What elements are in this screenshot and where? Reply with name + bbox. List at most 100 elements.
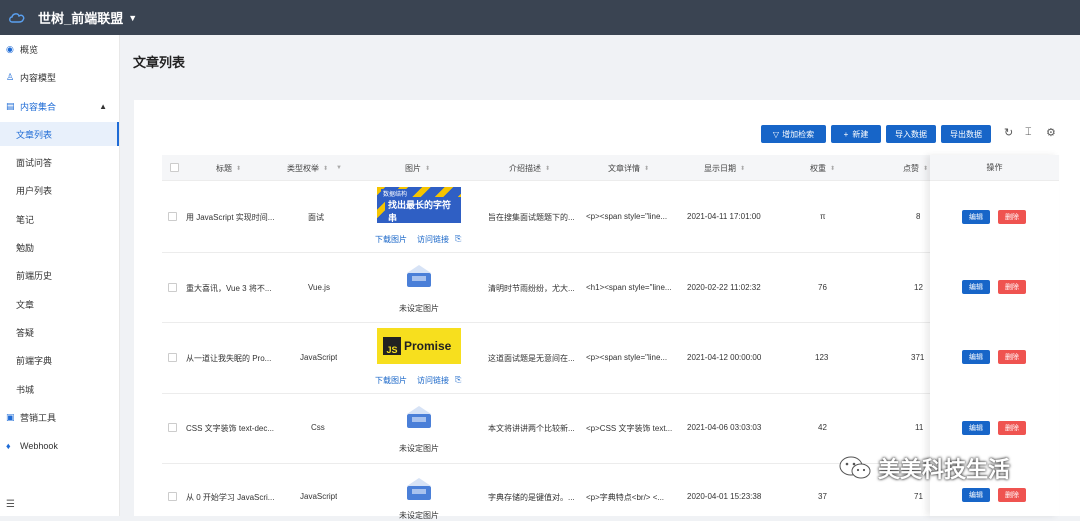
sidebar-item-interview-qa[interactable]: 面试问答: [0, 150, 119, 174]
copy-icon[interactable]: ⎘: [455, 234, 461, 244]
delete-button[interactable]: 删除: [998, 488, 1026, 502]
column-header-intro[interactable]: 介绍描述 ⬍: [509, 155, 550, 181]
cell-likes: 371: [911, 353, 925, 362]
delete-button[interactable]: 删除: [998, 280, 1026, 294]
download-image-link[interactable]: 下载图片: [375, 375, 407, 386]
column-header-weight[interactable]: 权重 ⬍: [810, 155, 835, 181]
settings-icon[interactable]: ⚙: [1046, 126, 1056, 139]
cell-category: Vue.js: [308, 283, 330, 292]
delete-button[interactable]: 删除: [998, 350, 1026, 364]
cell-likes: 71: [914, 492, 923, 501]
header-label: 图片: [405, 163, 421, 173]
cell-category: JavaScript: [300, 353, 338, 362]
sidebar-item-label: 概览: [20, 44, 39, 55]
add-search-button[interactable]: ▽ 增加检索: [761, 125, 826, 143]
cell-detail: <p><span style="line...: [586, 353, 668, 362]
sidebar-item-qa[interactable]: 答疑: [0, 320, 119, 344]
column-height-icon[interactable]: ⌶: [1025, 126, 1032, 139]
cell-category: 面试: [308, 213, 324, 222]
sidebar-item-notes[interactable]: 笔记: [0, 207, 119, 231]
edit-button[interactable]: 编辑: [962, 350, 990, 364]
edit-button[interactable]: 编辑: [962, 280, 990, 294]
js-logo: JS: [383, 337, 401, 355]
sidebar-item-articles[interactable]: 文章: [0, 292, 119, 316]
refresh-icon[interactable]: ↻: [1004, 126, 1013, 139]
column-header-category[interactable]: 类型权举 ⬍ ▼: [287, 155, 342, 181]
cell-title[interactable]: 重大喜讯，Vue 3 将不...: [186, 283, 282, 294]
menu-collapse-icon[interactable]: ☰: [6, 499, 15, 510]
sort-icon: ⬍: [425, 165, 431, 172]
sort-icon: ⬍: [644, 165, 650, 172]
import-button[interactable]: 导入数据: [886, 125, 936, 143]
sidebar-item-frontend-history[interactable]: 前端历史: [0, 263, 119, 287]
column-header-date[interactable]: 显示日期 ⬍: [704, 155, 745, 181]
export-button[interactable]: 导出数据: [941, 125, 991, 143]
filter-icon[interactable]: ▼: [336, 165, 342, 171]
sidebar-item-content-model[interactable]: ♙ 内容模型: [0, 65, 119, 89]
column-header-detail[interactable]: 文章详情 ⬍: [608, 155, 649, 181]
cell-title[interactable]: CSS 文字装饰 text-dec...: [186, 423, 282, 434]
row-checkbox[interactable]: [168, 423, 177, 432]
sidebar-item-article-list[interactable]: 文章列表: [0, 122, 119, 146]
delete-button[interactable]: 删除: [998, 210, 1026, 224]
cell-weight: 123: [815, 353, 829, 362]
download-image-link[interactable]: 下载图片: [375, 234, 407, 245]
rocket-icon: ♦: [6, 441, 11, 451]
no-image-label: 未设定图片: [399, 304, 439, 313]
button-label: 增加检索: [782, 129, 815, 139]
cell-intro: 字典存储的是键值对。...: [488, 493, 575, 502]
cell-title[interactable]: 从 0 开始学习 JavaScri...: [186, 492, 282, 503]
row-checkbox[interactable]: [168, 492, 177, 501]
edit-button[interactable]: 编辑: [962, 488, 990, 502]
project-title[interactable]: 世树_前端联盟: [38, 8, 123, 27]
header-label: 点赞: [903, 163, 919, 173]
row-checkbox[interactable]: [168, 283, 177, 292]
plus-icon: +: [843, 129, 849, 139]
sidebar-item-marketing-tools[interactable]: ▣ 营销工具: [0, 405, 119, 429]
wechat-icon: [839, 456, 871, 479]
visit-link[interactable]: 访问链接: [417, 234, 449, 245]
sidebar-item-bookstore[interactable]: 书城: [0, 377, 119, 401]
cell-category: Css: [311, 423, 325, 432]
cell-date: 2021-04-11 17:01:00: [687, 212, 761, 221]
cell-title[interactable]: 从一道让我失眠的 Pro...: [186, 353, 282, 364]
column-header-image[interactable]: 图片 ⬍: [405, 155, 430, 181]
sidebar-item-overview[interactable]: ◉ 概览: [0, 37, 119, 61]
watermark-text: 美美科技生活: [878, 457, 1011, 482]
caret-down-icon[interactable]: ▼: [128, 13, 137, 23]
sidebar-item-label: 笔记: [16, 214, 35, 225]
button-label: 新建: [852, 129, 869, 139]
column-header-likes[interactable]: 点赞 ⬍: [903, 155, 928, 181]
cell-weight: 76: [818, 283, 827, 292]
sort-icon: ⬍: [323, 165, 329, 172]
delete-button[interactable]: 删除: [998, 421, 1026, 435]
sidebar-item-user-list[interactable]: 用户列表: [0, 178, 119, 202]
cell-title[interactable]: 用 JavaScript 实现时间...: [186, 212, 282, 223]
edit-button[interactable]: 编辑: [962, 421, 990, 435]
cell-date: 2020-04-01 15:23:38: [687, 492, 762, 501]
sort-icon: ⬍: [545, 165, 551, 172]
visit-link[interactable]: 访问链接: [417, 375, 449, 386]
new-button[interactable]: + 新建: [831, 125, 881, 143]
cell-intro: 本文将讲讲两个比较新...: [488, 424, 575, 433]
copy-icon[interactable]: ⎘: [455, 375, 461, 385]
sidebar-item-label: 答疑: [16, 327, 35, 338]
article-thumbnail[interactable]: JS Promise: [377, 328, 461, 364]
cell-weight: 42: [818, 423, 827, 432]
button-label: 导出数据: [950, 129, 982, 139]
edit-button[interactable]: 编辑: [962, 210, 990, 224]
column-header-title[interactable]: 标题 ⬍: [216, 155, 241, 181]
article-thumbnail[interactable]: 找出最长的字符串 数据结构: [377, 187, 461, 223]
sidebar-item-encouragement[interactable]: 勉励: [0, 235, 119, 259]
no-image-label: 未设定图片: [399, 444, 439, 453]
select-all-checkbox[interactable]: [170, 163, 179, 172]
row-checkbox[interactable]: [168, 212, 177, 221]
sidebar-item-frontend-dictionary[interactable]: 前端字典: [0, 348, 119, 372]
cell-likes: 11: [915, 423, 924, 432]
sidebar-item-webhook[interactable]: ♦ Webhook: [0, 434, 119, 458]
row-checkbox[interactable]: [168, 353, 177, 362]
header-label: 文章详情: [608, 163, 640, 173]
sidebar-group-content-collection[interactable]: ▤ 内容集合 ▲: [0, 94, 119, 118]
cell-detail: <p><span style="line...: [586, 212, 668, 221]
cell-intro: 旨在搜集面试题题下的...: [488, 213, 575, 222]
